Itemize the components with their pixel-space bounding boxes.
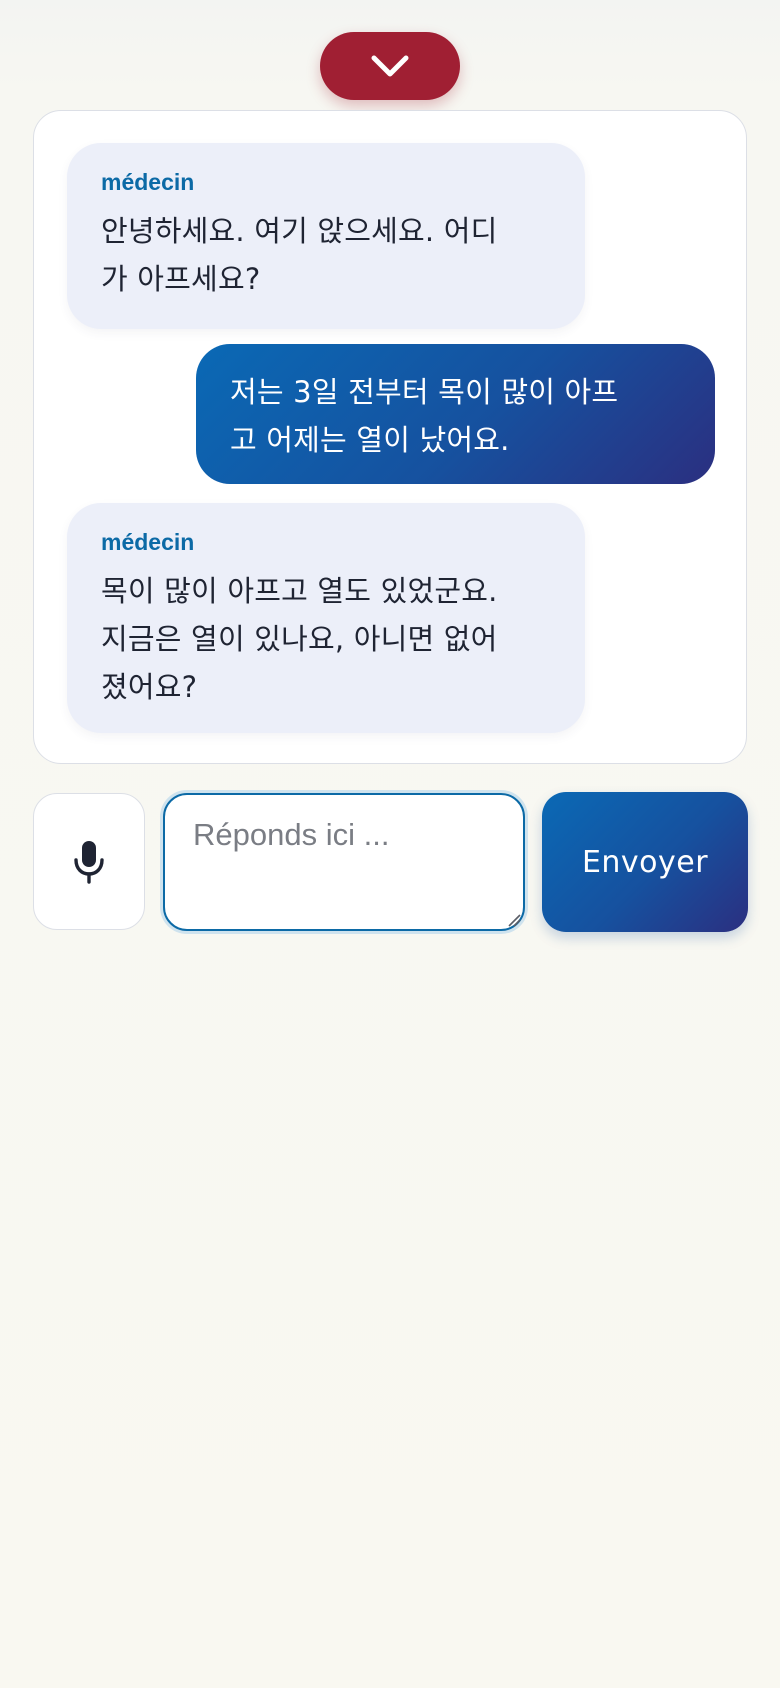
chat-window: médecin 안녕하세요. 여기 앉으세요. 어디 가 아프세요? 저는 3일… xyxy=(33,110,747,764)
message-line: 고 어제는 열이 났어요. xyxy=(230,423,510,457)
message-bubble-doctor: médecin 목이 많이 아프고 열도 있었군요. 지금은 열이 있나요, 아… xyxy=(67,503,585,733)
message-bubble-user: 저는 3일 전부터 목이 많이 아프 고 어제는 열이 났어요. xyxy=(196,344,715,484)
message-line: 안녕하세요. 여기 앉으세요. 어디 xyxy=(101,214,498,248)
message-text: 저는 3일 전부터 목이 많이 아프 고 어제는 열이 났어요. xyxy=(230,368,681,464)
message-text: 안녕하세요. 여기 앉으세요. 어디 가 아프세요? xyxy=(101,207,551,303)
message-sender: médecin xyxy=(101,169,195,195)
chevron-down-icon xyxy=(370,54,410,78)
microphone-icon xyxy=(72,839,106,885)
message-text: 목이 많이 아프고 열도 있었군요. 지금은 열이 있나요, 아니면 없어 졌어… xyxy=(101,567,551,711)
reply-input-container xyxy=(160,790,528,934)
message-line: 가 아프세요? xyxy=(101,262,261,296)
send-button[interactable]: Envoyer xyxy=(542,792,748,932)
resize-handle-icon[interactable] xyxy=(507,913,521,927)
message-sender: médecin xyxy=(101,529,195,555)
message-line: 목이 많이 아프고 열도 있었군요. xyxy=(101,574,498,608)
microphone-button[interactable] xyxy=(33,793,145,930)
message-line: 저는 3일 전부터 목이 많이 아프 xyxy=(230,375,619,409)
message-line: 지금은 열이 있나요, 아니면 없어 xyxy=(101,622,498,656)
reply-input[interactable] xyxy=(163,793,525,931)
collapse-chat-button[interactable] xyxy=(320,32,460,100)
message-line: 졌어요? xyxy=(101,670,198,704)
message-bubble-doctor: médecin 안녕하세요. 여기 앉으세요. 어디 가 아프세요? xyxy=(67,143,585,329)
